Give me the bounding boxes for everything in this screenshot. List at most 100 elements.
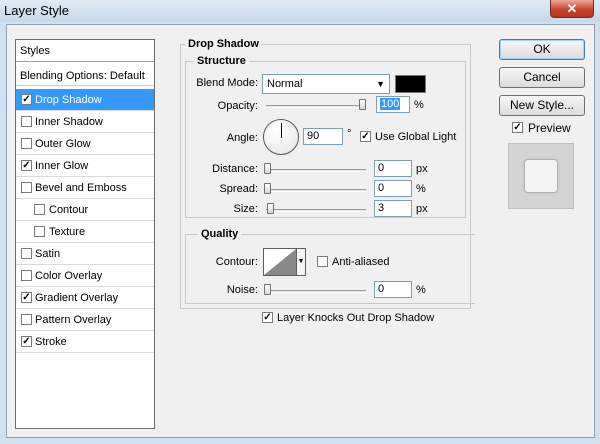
style-item-label: Inner Shadow [35,116,103,128]
style-item-checkbox[interactable] [34,226,45,237]
style-item-stroke[interactable]: Stroke [16,331,154,353]
style-item-satin[interactable]: Satin [16,243,154,265]
noise-label: Noise: [226,284,258,296]
quality-group: Quality Contour: ▼ Anti-aliased Noise: 0… [185,228,475,304]
layer-knocks-out-checkbox[interactable] [262,312,273,323]
style-item-checkbox[interactable] [21,314,32,325]
use-global-light-label[interactable]: Use Global Light [375,131,456,143]
distance-input[interactable]: 0 [374,160,412,177]
blending-options-item[interactable]: Blending Options: Default [16,66,154,86]
style-item-label: Color Overlay [35,270,103,282]
preview-checkbox[interactable] [512,122,523,133]
ok-button[interactable]: OK [499,39,585,60]
shadow-color-swatch[interactable] [395,75,426,93]
angle-dial[interactable] [263,119,299,155]
title-bar[interactable]: Layer Style ✕ [0,0,600,22]
style-item-checkbox[interactable] [21,138,32,149]
opacity-slider-thumb[interactable] [359,99,366,110]
styles-header[interactable]: Styles [16,40,154,62]
size-value: 3 [378,202,385,214]
style-item-inner-shadow[interactable]: Inner Shadow [16,111,154,133]
noise-input[interactable]: 0 [374,281,412,298]
drop-shadow-group: Drop Shadow Structure Blend Mode: Normal… [180,38,475,309]
style-item-label: Contour [49,204,89,216]
close-icon: ✕ [566,1,578,16]
noise-value: 0 [378,283,385,295]
style-item-checkbox[interactable] [21,336,32,347]
style-item-checkbox[interactable] [21,116,32,127]
style-item-label: Satin [35,248,61,260]
opacity-input[interactable]: 100 [376,96,410,113]
spread-slider-thumb[interactable] [264,183,271,194]
style-item-label: Inner Glow [35,160,89,172]
size-unit: px [416,203,428,215]
style-item-label: Drop Shadow [35,94,102,106]
style-item-label: Bevel and Emboss [35,182,127,194]
contour-label: Contour: [215,256,258,268]
quality-title: Quality [198,228,242,240]
distance-unit: px [416,163,428,175]
noise-unit: % [416,284,426,296]
style-item-texture[interactable]: Texture [16,221,154,243]
opacity-label: Opacity: [217,100,258,112]
noise-slider-track[interactable] [266,290,366,293]
style-item-bevel-and-emboss[interactable]: Bevel and Emboss [16,177,154,199]
angle-dial-needle [281,123,282,138]
angle-input[interactable]: 90 [303,128,343,145]
style-item-contour[interactable]: Contour [16,199,154,221]
opacity-slider-track[interactable] [266,105,366,108]
style-item-checkbox[interactable] [21,182,32,193]
style-item-pattern-overlay[interactable]: Pattern Overlay [16,309,154,331]
close-button[interactable]: ✕ [550,0,594,18]
styles-list: Styles Blending Options: Default Drop Sh… [15,39,155,429]
contour-dropdown[interactable]: ▼ [296,248,306,276]
anti-aliased-checkbox[interactable] [317,256,328,267]
style-item-checkbox[interactable] [21,292,32,303]
style-preview-thumbnail [508,143,574,209]
angle-value: 90 [307,130,320,142]
structure-title: Structure [194,55,249,67]
use-global-light-checkbox[interactable] [360,131,371,142]
blend-mode-select[interactable]: Normal ▼ [262,74,390,94]
angle-label: Angle: [226,132,258,144]
opacity-value: 100 [380,98,401,110]
style-item-checkbox[interactable] [21,94,32,105]
size-label: Size: [233,203,258,215]
drop-shadow-title: Drop Shadow [185,38,262,50]
style-item-inner-glow[interactable]: Inner Glow [16,155,154,177]
size-slider-thumb[interactable] [267,203,274,214]
style-item-checkbox[interactable] [21,160,32,171]
anti-aliased-label[interactable]: Anti-aliased [332,256,389,268]
distance-label: Distance: [212,163,258,175]
layer-knocks-out-label[interactable]: Layer Knocks Out Drop Shadow [277,312,434,324]
structure-group: Structure Blend Mode: Normal ▼ Opacity: … [185,55,466,218]
distance-slider-track[interactable] [266,169,366,172]
contour-preview[interactable] [263,248,297,276]
style-item-drop-shadow[interactable]: Drop Shadow [16,89,154,111]
new-style-button[interactable]: New Style... [499,95,585,116]
angle-unit: ° [347,128,352,140]
spread-input[interactable]: 0 [374,180,412,197]
distance-slider-thumb[interactable] [264,163,271,174]
dropdown-arrow-icon: ▼ [376,79,385,89]
spread-slider-track[interactable] [266,189,366,192]
style-item-label: Pattern Overlay [35,314,112,326]
blend-mode-label: Blend Mode: [196,77,258,89]
style-item-label: Gradient Overlay [35,292,119,304]
spread-value: 0 [378,182,385,194]
preview-label[interactable]: Preview [528,121,571,135]
opacity-unit: % [414,99,424,111]
noise-slider-thumb[interactable] [264,284,271,295]
style-item-gradient-overlay[interactable]: Gradient Overlay [16,287,154,309]
spread-unit: % [416,183,426,195]
style-item-checkbox[interactable] [21,248,32,259]
dropdown-arrow-icon: ▼ [297,258,305,265]
size-input[interactable]: 3 [374,200,412,217]
style-item-color-overlay[interactable]: Color Overlay [16,265,154,287]
size-slider-track[interactable] [266,209,366,212]
style-item-checkbox[interactable] [21,270,32,281]
style-item-label: Stroke [35,336,67,348]
cancel-button[interactable]: Cancel [499,67,585,88]
style-item-checkbox[interactable] [34,204,45,215]
style-item-outer-glow[interactable]: Outer Glow [16,133,154,155]
